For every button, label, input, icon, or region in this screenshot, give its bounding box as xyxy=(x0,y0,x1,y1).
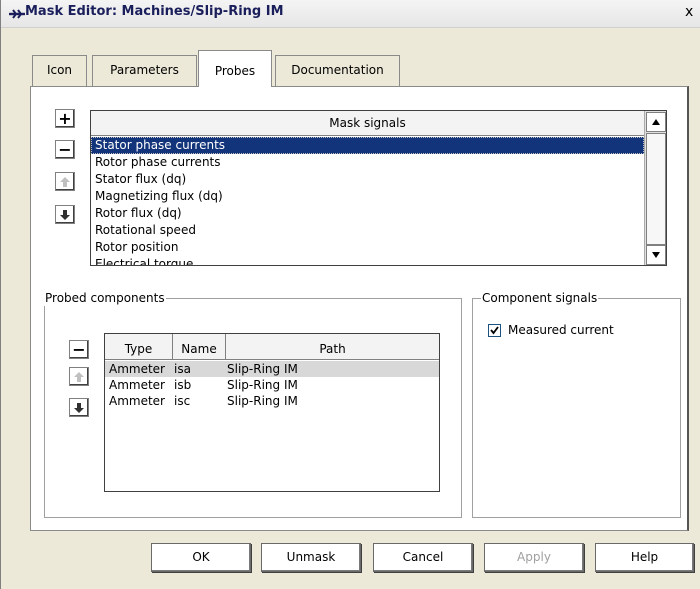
mask-signals-items: Stator phase currents Rotor phase curren… xyxy=(91,137,644,265)
minus-icon: − xyxy=(72,339,86,359)
tab-label: Documentation xyxy=(291,63,384,77)
move-component-up-button[interactable] xyxy=(69,367,89,386)
cell-path: Slip-Ring IM xyxy=(227,378,298,392)
arrow-up-icon xyxy=(60,176,70,187)
tab-documentation[interactable]: Documentation xyxy=(275,55,400,86)
tab-bar: Icon Parameters Probes Documentation xyxy=(32,50,673,87)
table-row[interactable]: Ammeter isa Slip-Ring IM xyxy=(105,361,439,377)
check-icon xyxy=(490,326,499,335)
cancel-button[interactable]: Cancel xyxy=(373,543,473,572)
measured-current-label[interactable]: Measured current xyxy=(508,322,614,338)
scroll-down-button[interactable] xyxy=(646,245,666,265)
cell-path: Slip-Ring IM xyxy=(227,394,298,408)
cell-type: Ammeter xyxy=(109,362,165,376)
plus-icon: + xyxy=(58,108,72,128)
add-signal-button[interactable]: + xyxy=(55,109,75,128)
mask-editor-window: Mask Editor: Machines/Slip-Ring IM x Ico… xyxy=(0,0,700,589)
tab-label: Probes xyxy=(214,64,256,78)
arrow-down-icon xyxy=(60,209,70,220)
window-title: Mask Editor: Machines/Slip-Ring IM xyxy=(25,4,284,19)
component-signals-title: Component signals xyxy=(481,290,599,306)
column-header-name[interactable]: Name xyxy=(173,334,226,360)
move-signal-up-button[interactable] xyxy=(55,172,75,191)
unmask-button[interactable]: Unmask xyxy=(261,543,361,572)
table-row[interactable]: Ammeter isb Slip-Ring IM xyxy=(105,377,439,393)
cell-type: Ammeter xyxy=(109,378,165,392)
tab-probes[interactable]: Probes xyxy=(198,50,272,87)
close-icon[interactable]: x xyxy=(685,4,700,24)
scroll-up-button[interactable] xyxy=(646,112,666,132)
list-item[interactable]: Rotational speed xyxy=(91,222,644,239)
arrow-down-icon xyxy=(74,402,84,413)
dialog-button-bar: OK Unmask Cancel Apply Help xyxy=(1,540,700,580)
probed-components-title: Probed components xyxy=(44,290,166,306)
triangle-down-icon xyxy=(652,252,660,258)
table-row[interactable]: Ammeter isc Slip-Ring IM xyxy=(105,393,439,409)
move-signal-down-button[interactable] xyxy=(55,205,75,224)
cell-path: Slip-Ring IM xyxy=(227,362,298,376)
list-item[interactable]: Stator flux (dq) xyxy=(91,171,644,188)
cell-type: Ammeter xyxy=(109,394,165,408)
tab-label: Parameters xyxy=(110,63,179,77)
column-header-path[interactable]: Path xyxy=(226,334,439,360)
cell-name: isb xyxy=(174,378,192,392)
cell-name: isc xyxy=(174,394,191,408)
list-item[interactable]: Magnetizing flux (dq) xyxy=(91,188,644,205)
scrollbar-thumb[interactable] xyxy=(646,133,666,245)
table-header: Type Name Path xyxy=(105,334,439,360)
plecs-icon xyxy=(7,4,27,24)
probed-components-table[interactable]: Type Name Path Ammeter isa Slip-Ring IM … xyxy=(104,333,440,492)
arrow-up-icon xyxy=(74,371,84,382)
mask-signals-header: Mask signals xyxy=(91,111,644,136)
triangle-up-icon xyxy=(652,119,660,125)
remove-component-button[interactable]: − xyxy=(69,340,89,359)
apply-button[interactable]: Apply xyxy=(484,543,584,572)
remove-signal-button[interactable]: − xyxy=(55,140,75,159)
cell-name: isa xyxy=(174,362,191,376)
table-body: Ammeter isa Slip-Ring IM Ammeter isb Sli… xyxy=(105,361,439,409)
vertical-scrollbar[interactable] xyxy=(644,111,666,265)
tab-icon[interactable]: Icon xyxy=(32,55,87,86)
list-item[interactable]: Rotor position xyxy=(91,239,644,256)
help-button[interactable]: Help xyxy=(595,543,694,572)
mask-signals-list[interactable]: Mask signals Stator phase currents Rotor… xyxy=(90,110,667,266)
list-item[interactable]: Rotor flux (dq) xyxy=(91,205,644,222)
measured-current-checkbox[interactable] xyxy=(488,324,501,337)
tab-label: Icon xyxy=(46,63,73,77)
list-item[interactable]: Electrical torque xyxy=(91,256,644,265)
list-item[interactable]: Stator phase currents xyxy=(91,137,644,154)
title-bar[interactable]: Mask Editor: Machines/Slip-Ring IM x xyxy=(1,0,700,28)
ok-button[interactable]: OK xyxy=(151,543,251,572)
tab-parameters[interactable]: Parameters xyxy=(92,55,197,86)
list-item[interactable]: Rotor phase currents xyxy=(91,154,644,171)
column-header-type[interactable]: Type xyxy=(105,334,173,360)
minus-icon: − xyxy=(58,139,72,159)
move-component-down-button[interactable] xyxy=(69,398,89,417)
